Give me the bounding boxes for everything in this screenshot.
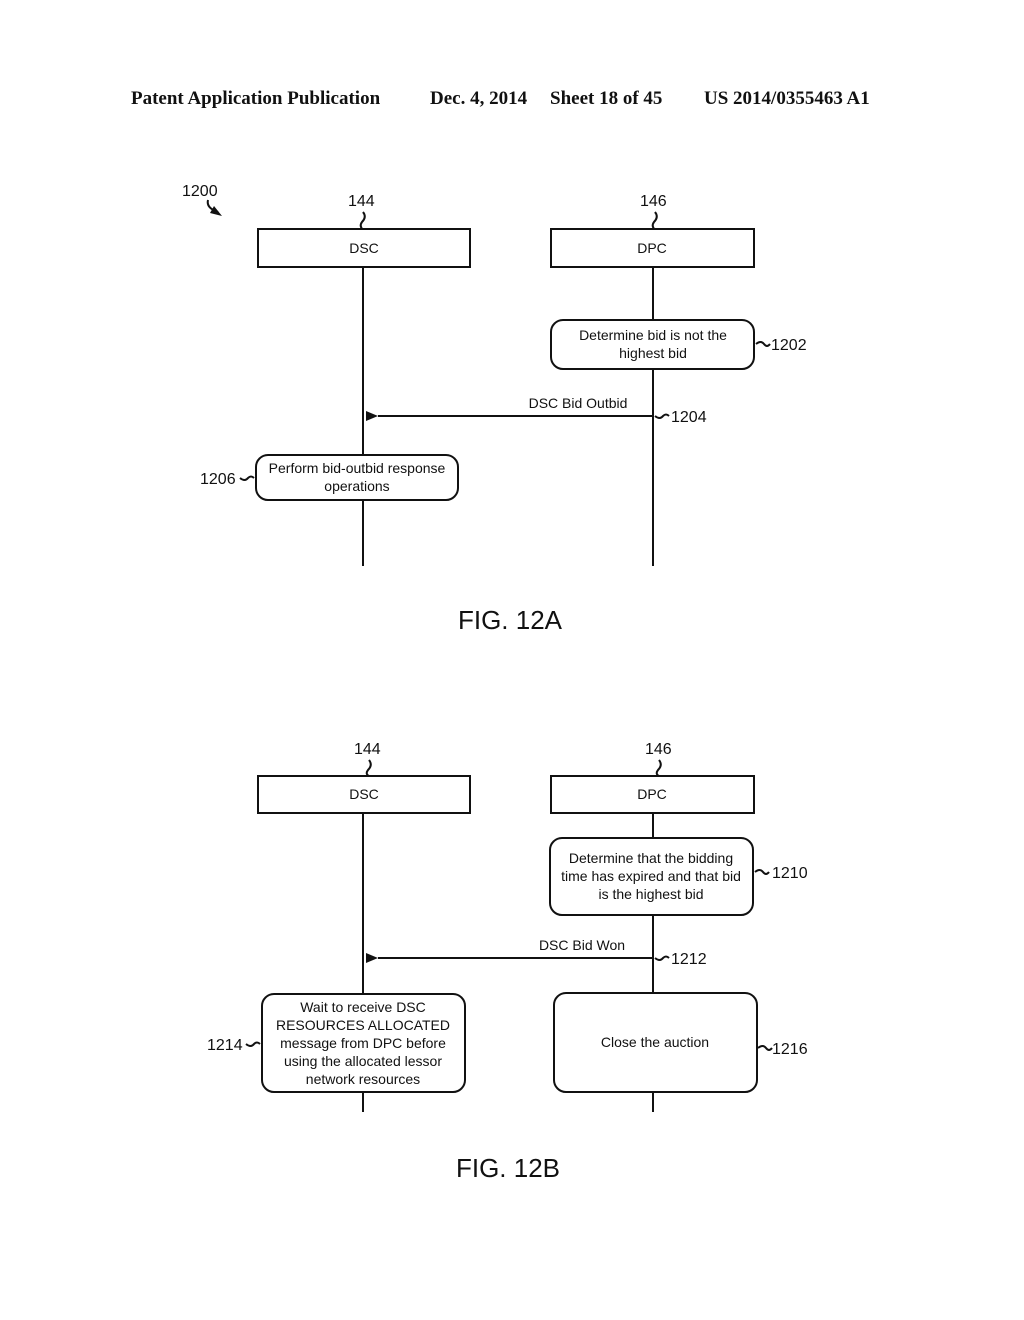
- entity-label-dpc: DPC: [637, 240, 667, 256]
- figure-caption-12b: FIG. 12B: [456, 1153, 560, 1183]
- step-text: is the highest bid: [598, 886, 703, 902]
- step-text: highest bid: [619, 345, 687, 361]
- message-label: DSC Bid Outbid: [529, 395, 628, 411]
- ref-leader: [755, 341, 771, 347]
- ref-leader: [654, 413, 670, 419]
- step-text: Close the auction: [601, 1034, 709, 1050]
- entity-label-dsc: DSC: [349, 786, 379, 802]
- ref-leader: [754, 869, 770, 875]
- ref-leader: [239, 475, 255, 481]
- entity-ref-dpc: 146: [645, 741, 672, 758]
- step-ref-1216: 1216: [772, 1041, 808, 1058]
- ref-leader: [654, 955, 670, 961]
- step-ref-1206: 1206: [200, 471, 236, 488]
- ref-leader: [359, 211, 366, 231]
- entity-ref-dsc: 144: [354, 741, 381, 758]
- sequence-diagrams: 1200 144 DSC 146 DPC Determine bid is no…: [182, 183, 808, 1183]
- step-ref-1212: 1212: [671, 951, 707, 968]
- entity-label-dpc: DPC: [637, 786, 667, 802]
- step-text: Determine bid is not the: [579, 327, 727, 343]
- step-text: Wait to receive DSC: [300, 999, 426, 1015]
- ref-leader: [757, 1045, 773, 1051]
- step-text: network resources: [306, 1071, 420, 1087]
- step-ref-1202: 1202: [771, 337, 807, 354]
- step-text: time has expired and that bid: [561, 868, 741, 884]
- step-text: using the allocated lessor: [284, 1053, 442, 1069]
- ref-leader: [365, 759, 372, 777]
- figure-ref-1200: 1200: [182, 183, 218, 200]
- ref-leader: [245, 1041, 261, 1047]
- step-text: RESOURCES ALLOCATED: [276, 1017, 450, 1033]
- step-text: Perform bid-outbid response: [269, 460, 446, 476]
- entity-ref-dsc: 144: [348, 193, 375, 210]
- ref-leader: [651, 211, 658, 231]
- step-ref-1204: 1204: [671, 409, 707, 426]
- figure-caption-12a: FIG. 12A: [458, 605, 563, 635]
- step-ref-1214: 1214: [207, 1037, 243, 1054]
- figure-12b: 144 DSC 146 DPC Determine that the biddi…: [207, 741, 808, 1183]
- arrow-icon: [210, 206, 222, 216]
- message-label: DSC Bid Won: [539, 937, 625, 953]
- step-text: operations: [324, 478, 389, 494]
- step-text: message from DPC before: [280, 1035, 446, 1051]
- entity-ref-dpc: 146: [640, 193, 667, 210]
- figure-12a: 1200 144 DSC 146 DPC Determine bid is no…: [182, 183, 807, 635]
- entity-label-dsc: DSC: [349, 240, 379, 256]
- step-ref-1210: 1210: [772, 865, 808, 882]
- step-text: Determine that the bidding: [569, 850, 733, 866]
- ref-leader: [655, 759, 662, 777]
